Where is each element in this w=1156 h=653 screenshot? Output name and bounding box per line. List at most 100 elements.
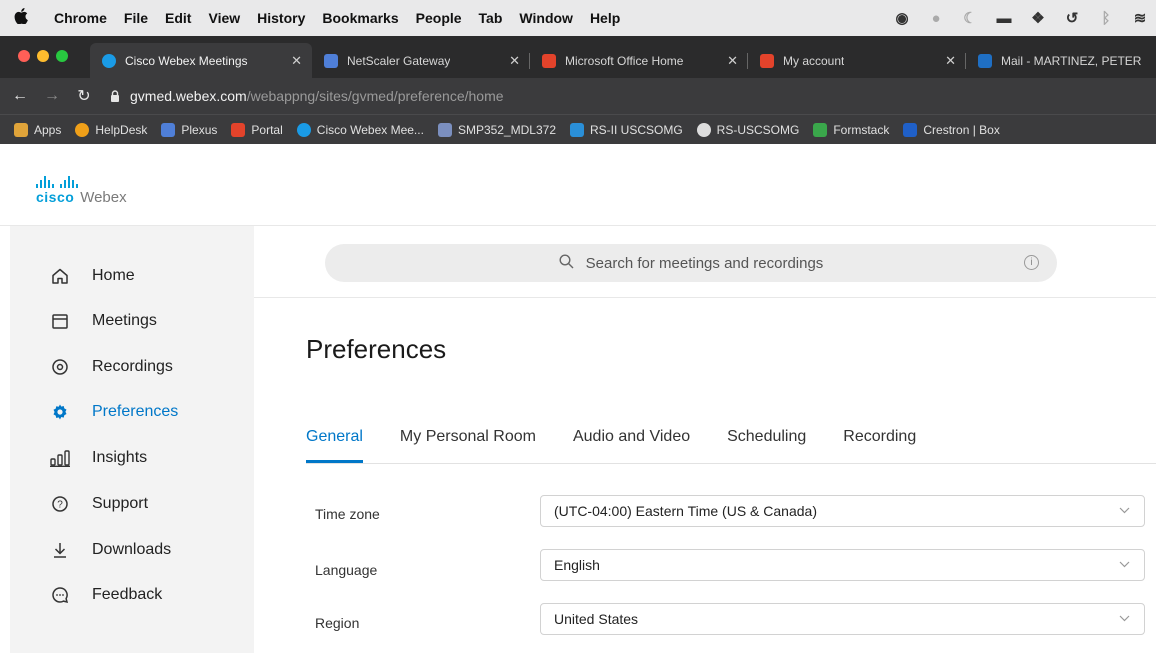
tab-title: Cisco Webex Meetings: [125, 53, 248, 68]
browser-tab-myaccount[interactable]: My account ✕: [748, 43, 966, 78]
sidebar-item-feedback[interactable]: Feedback: [10, 580, 162, 610]
bookmark-label: Plexus: [181, 122, 218, 137]
sidebar-item-label: Home: [92, 267, 135, 284]
tab-title: Mail - MARTINEZ, PETER: [1001, 53, 1142, 68]
lock-icon: [110, 90, 122, 102]
dropbox-icon[interactable]: ❖: [1030, 10, 1046, 27]
tab-recording[interactable]: Recording: [843, 428, 916, 463]
rs-icon: [570, 122, 584, 137]
bookmark-formstack[interactable]: Formstack: [813, 122, 890, 137]
bookmark-smp352[interactable]: SMP352_MDL372: [437, 122, 556, 137]
region-select[interactable]: United States: [540, 603, 1145, 635]
minimize-window-icon[interactable]: [37, 50, 49, 62]
tabs-divider: [306, 463, 1156, 464]
drop-icon[interactable]: ●: [928, 10, 944, 27]
bookmark-helpdesk[interactable]: HelpDesk: [75, 122, 148, 137]
url-field[interactable]: gvmed.webex.com /webappng/sites/gvmed/pr…: [110, 88, 504, 104]
sidebar-item-label: Meetings: [92, 312, 157, 329]
time-zone-select[interactable]: (UTC-04:00) Eastern Time (US & Canada): [540, 495, 1145, 527]
preferences-tabs: General My Personal Room Audio and Video…: [306, 428, 1156, 464]
language-label: Language: [315, 562, 378, 578]
window-controls: [18, 50, 68, 62]
menu-help[interactable]: Help: [590, 10, 620, 26]
sidebar-item-label: Preferences: [92, 403, 179, 420]
close-tab-icon[interactable]: ✕: [291, 53, 302, 69]
search-icon: [559, 253, 574, 273]
tab-title: Microsoft Office Home: [565, 53, 684, 68]
cisco-bars-icon: [36, 176, 127, 188]
apple-menu-icon[interactable]: [14, 7, 32, 29]
webex-page: cisco Webex Home Meetings Recordings Pre…: [0, 144, 1156, 653]
menu-view[interactable]: View: [208, 10, 240, 26]
bookmark-label: HelpDesk: [95, 122, 148, 137]
bookmark-portal[interactable]: Portal: [231, 122, 283, 137]
bookmark-label: Portal: [251, 122, 283, 137]
maximize-window-icon[interactable]: [56, 50, 68, 62]
sidebar-item-preferences[interactable]: Preferences: [10, 397, 178, 427]
chevron-down-icon: [1119, 559, 1130, 571]
browser-tab-office[interactable]: Microsoft Office Home ✕: [530, 43, 748, 78]
feedback-icon: [50, 585, 70, 605]
insights-icon: [50, 448, 70, 468]
tab-scheduling[interactable]: Scheduling: [727, 428, 806, 463]
close-tab-icon[interactable]: ✕: [945, 53, 956, 69]
office-favicon-icon: [542, 53, 556, 68]
bookmark-crestron[interactable]: Crestron | Box: [903, 122, 1000, 137]
tab-general[interactable]: General: [306, 428, 363, 463]
menu-edit[interactable]: Edit: [165, 10, 191, 26]
tab-audio-and-video[interactable]: Audio and Video: [573, 428, 690, 463]
logo-product-text: Webex: [80, 189, 127, 206]
menu-tab[interactable]: Tab: [479, 10, 503, 26]
search-input[interactable]: Search for meetings and recordings i: [325, 244, 1057, 282]
webex-icon: [296, 122, 311, 137]
time-machine-icon[interactable]: ↺: [1064, 10, 1080, 27]
bookmark-plexus[interactable]: Plexus: [161, 122, 218, 137]
bluetooth-icon[interactable]: ᛒ: [1098, 10, 1114, 27]
menu-file[interactable]: File: [124, 10, 148, 26]
browser-tab-netscaler[interactable]: NetScaler Gateway ✕: [312, 43, 530, 78]
menu-history[interactable]: History: [257, 10, 305, 26]
browser-tab-mail[interactable]: Mail - MARTINEZ, PETER: [966, 43, 1156, 78]
close-window-icon[interactable]: [18, 50, 30, 62]
moon-icon[interactable]: ☾: [962, 10, 978, 27]
compass-icon[interactable]: ◉: [894, 10, 910, 27]
region-label: Region: [315, 615, 360, 631]
sidebar-item-label: Recordings: [92, 358, 173, 375]
sidebar-item-downloads[interactable]: Downloads: [10, 535, 171, 565]
tab-my-personal-room[interactable]: My Personal Room: [400, 428, 536, 463]
close-tab-icon[interactable]: ✕: [509, 53, 520, 69]
forward-arrow-icon[interactable]: →: [40, 87, 64, 105]
sidebar-item-label: Feedback: [92, 586, 163, 603]
gear-icon: [50, 402, 70, 422]
menu-window[interactable]: Window: [519, 10, 573, 26]
sidebar-item-home[interactable]: Home: [10, 261, 135, 291]
bookmark-rs-uscsomg[interactable]: RS-USCSOMG: [696, 122, 799, 137]
sidebar-item-support[interactable]: ? Support: [10, 489, 148, 519]
webex-favicon-icon: [102, 53, 116, 68]
globe-icon: [696, 122, 711, 137]
formstack-icon: [813, 122, 828, 137]
reload-icon[interactable]: ↻: [72, 86, 96, 106]
info-icon[interactable]: i: [1024, 255, 1039, 270]
close-tab-icon[interactable]: ✕: [727, 53, 738, 69]
back-arrow-icon[interactable]: ←: [8, 87, 32, 105]
sidebar-item-recordings[interactable]: Recordings: [10, 352, 173, 382]
language-select[interactable]: English: [540, 549, 1145, 581]
page-title: Preferences: [306, 334, 447, 364]
keyboard-icon[interactable]: ▬: [996, 10, 1012, 27]
menu-people[interactable]: People: [416, 10, 462, 26]
menu-bookmarks[interactable]: Bookmarks: [322, 10, 398, 26]
address-bar-row: ← → ↻ gvmed.webex.com /webappng/sites/gv…: [0, 78, 1156, 114]
menu-app-chrome[interactable]: Chrome: [54, 10, 107, 26]
bookmark-label: Formstack: [833, 122, 890, 137]
help-icon: ?: [50, 494, 70, 514]
sidebar-item-insights[interactable]: Insights: [10, 443, 147, 473]
bookmark-webex[interactable]: Cisco Webex Mee...: [296, 122, 424, 137]
bookmark-apps[interactable]: Apps: [14, 122, 61, 137]
bookmark-rs-ii[interactable]: RS-II USCSOMG: [570, 122, 683, 137]
wifi-icon[interactable]: ≋: [1132, 10, 1148, 27]
browser-tab-webex[interactable]: Cisco Webex Meetings ✕: [90, 43, 312, 78]
bookmarks-bar: Apps HelpDesk Plexus Portal Cisco Webex …: [0, 114, 1156, 144]
sidebar-item-meetings[interactable]: Meetings: [10, 306, 157, 336]
cisco-webex-logo[interactable]: cisco Webex: [36, 176, 127, 206]
